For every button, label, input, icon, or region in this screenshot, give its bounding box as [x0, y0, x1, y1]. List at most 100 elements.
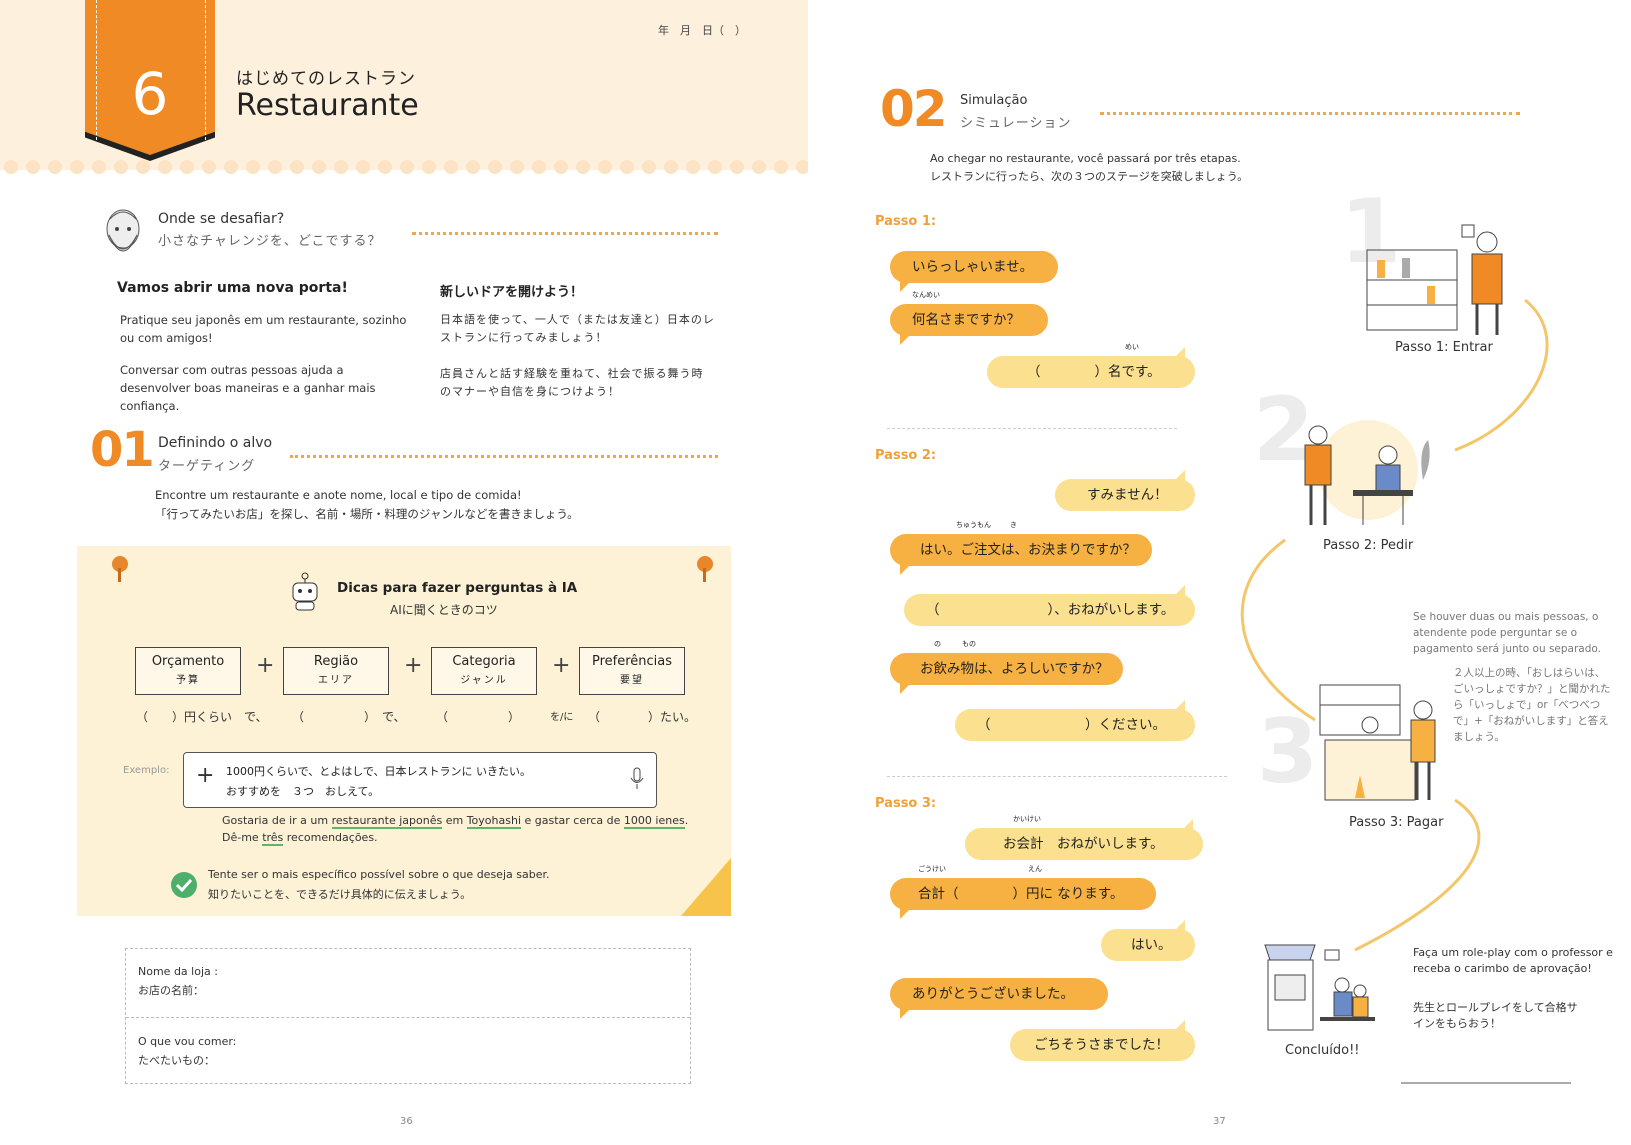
keyword-label: Categoria [452, 654, 516, 669]
plus-sign: + [552, 653, 571, 678]
section-text: Encontre um restaurante e anote nome, lo… [155, 488, 522, 502]
scallop-dot [4, 160, 18, 174]
plus-sign: + [404, 653, 423, 678]
scallop-dot [796, 160, 808, 174]
challenge-paragraph-2-jp: 店員さんと話す経験を重ねて、社会で振る舞う時のマナーや自信を身につけよう！ [440, 367, 704, 398]
scallop-dot [48, 160, 62, 174]
keyword-label: Região [313, 654, 359, 669]
scallop-dot [114, 160, 128, 174]
scallop-dot [554, 160, 568, 174]
note-text-jp: ２人以上の時、「おしはらいは、ごいっしょですか？」と聞かれたら「いっしょで」or… [1453, 667, 1611, 743]
challenge-heading: Vamos abrir uma nova porta! [117, 280, 348, 296]
prompt-translation-1: Gostaria de ir a um restaurante japonês … [222, 814, 689, 829]
keyword-label-jp: 予算 [176, 675, 200, 686]
plus-sign: + [256, 653, 275, 678]
challenge-title: Onde se desafiar? [158, 211, 285, 227]
step-caption: Passo 2: Pedir [1323, 538, 1414, 553]
note-text: Se houver duas ou mais pessoas, o atende… [1413, 611, 1601, 655]
keyword-label: Preferências [591, 654, 673, 669]
final-instructions: Faça um role-play com o professor e rece… [1413, 946, 1613, 975]
right-page: 02 Simulação シミュレーション Ao chegar no resta… [815, 0, 1631, 1145]
scallop-dot [708, 160, 722, 174]
ai-prompt-input[interactable]: + 1000円くらいで、とよはしで、日本レストランに いきたい。 おすすめを ３… [183, 752, 657, 808]
scallop-dot [576, 160, 590, 174]
scallop-dot [752, 160, 766, 174]
sage-portrait-icon [106, 209, 140, 252]
scallop-dot [774, 160, 788, 174]
scallop-dot [730, 160, 744, 174]
paying-illustration [1319, 684, 1436, 801]
scallop-dot [290, 160, 304, 174]
keyword-box-budget: Orçamento 予算 [135, 647, 241, 695]
scallop-dot [664, 160, 678, 174]
scallop-dot [70, 160, 84, 174]
chapter-number: 6 [131, 60, 169, 128]
tip-check-text-jp: 知りたいことを、できるだけ具体的に伝えましょう。 [208, 888, 472, 901]
tips-title: Dicas para fazer perguntas à IA [337, 580, 578, 596]
example-label: Exemplo: [123, 765, 170, 776]
keyword-label: Orçamento [151, 654, 225, 669]
prompt-line-2: おすすめを ３つ おしえて。 [226, 785, 380, 798]
prompt-line-1: 1000円くらいで、とよはしで、日本レストランに いきたい。 [226, 765, 531, 778]
scallop-dot [444, 160, 458, 174]
date-line: 年 月 日（ ） [658, 24, 746, 37]
dotted-rule [412, 232, 718, 235]
template-blank-1: （ ）円くらい で、 [136, 710, 268, 724]
checkmark-badge-icon [171, 872, 197, 898]
tips-title-jp: AIに聞くときのコツ [390, 603, 498, 617]
left-page: 6 はじめてのレストラン Restaurante 年 月 日（ ） Onde s… [0, 0, 815, 1145]
scallop-dot [488, 160, 502, 174]
template-blank-3: （ ） [436, 710, 521, 724]
chapter-title: Restaurante [236, 88, 419, 123]
chapter-subtitle: はじめてのレストラン [236, 69, 416, 89]
microphone-icon[interactable] [630, 767, 644, 791]
final-instructions-jp: 先生とロールプレイをして合格サインをもらおう！ [1413, 1001, 1578, 1030]
scallop-dot [136, 160, 150, 174]
step-caption: Passo 3: Pagar [1349, 815, 1444, 830]
final-caption: Concluído!! [1285, 1043, 1360, 1058]
tip-check-text: Tente ser o mais específico possível sob… [208, 868, 550, 881]
section-title: Definindo o alvo [158, 435, 273, 451]
keyword-box-region: Região エリア [283, 647, 389, 695]
scallop-border [0, 160, 808, 182]
template-particle: を/に [550, 712, 574, 723]
pushpin-stem [703, 568, 706, 582]
scallop-dot [356, 160, 370, 174]
step-caption: Passo 1: Entrar [1395, 340, 1493, 355]
waiter-greeting-illustration [1366, 224, 1503, 335]
robot-icon [292, 572, 318, 611]
challenge-heading-jp: 新しいドアを開けよう！ [440, 285, 584, 300]
keyword-label-jp: 要望 [620, 675, 644, 686]
challenge-paragraph-1-jp: 日本語を使って、一人で（または友達と）日本のレストランに行ってみましょう！ [440, 313, 715, 344]
form-row-shop [126, 949, 690, 1018]
restaurant-form: Nome da loja : お店の名前： O que vou comer: た… [125, 948, 691, 1084]
scallop-dot [158, 160, 172, 174]
scallop-dot [224, 160, 238, 174]
keyword-box-category: Categoria ジャンル [431, 647, 537, 695]
keyword-box-preferences: Preferências 要望 [579, 647, 685, 695]
scallop-dot [422, 160, 436, 174]
keyword-label-jp: エリア [318, 675, 354, 686]
scallop-dot [532, 160, 546, 174]
keyword-label-jp: ジャンル [460, 675, 508, 686]
scallop-dot [400, 160, 414, 174]
food-label: O que vou comer: [138, 1035, 237, 1048]
dotted-rule [290, 455, 718, 458]
scallop-dot [246, 160, 260, 174]
page-number: 37 [1213, 1116, 1226, 1127]
scallop-dot [642, 160, 656, 174]
scallop-dot [312, 160, 326, 174]
add-icon[interactable]: + [196, 763, 214, 788]
food-label-jp: たべたいもの： [138, 1054, 215, 1067]
scallop-dot [510, 160, 524, 174]
section-number: 01 [90, 422, 155, 478]
pushpin-stem [118, 568, 121, 582]
scallop-dot [466, 160, 480, 174]
prompt-translation-2: Dê-me três recomendações. [222, 831, 378, 846]
restaurant-exterior-illustration [1264, 944, 1375, 1031]
scallop-dot [620, 160, 634, 174]
scallop-dot [92, 160, 106, 174]
scallop-dot [268, 160, 282, 174]
scallop-dot [334, 160, 348, 174]
scallop-dot [26, 160, 40, 174]
